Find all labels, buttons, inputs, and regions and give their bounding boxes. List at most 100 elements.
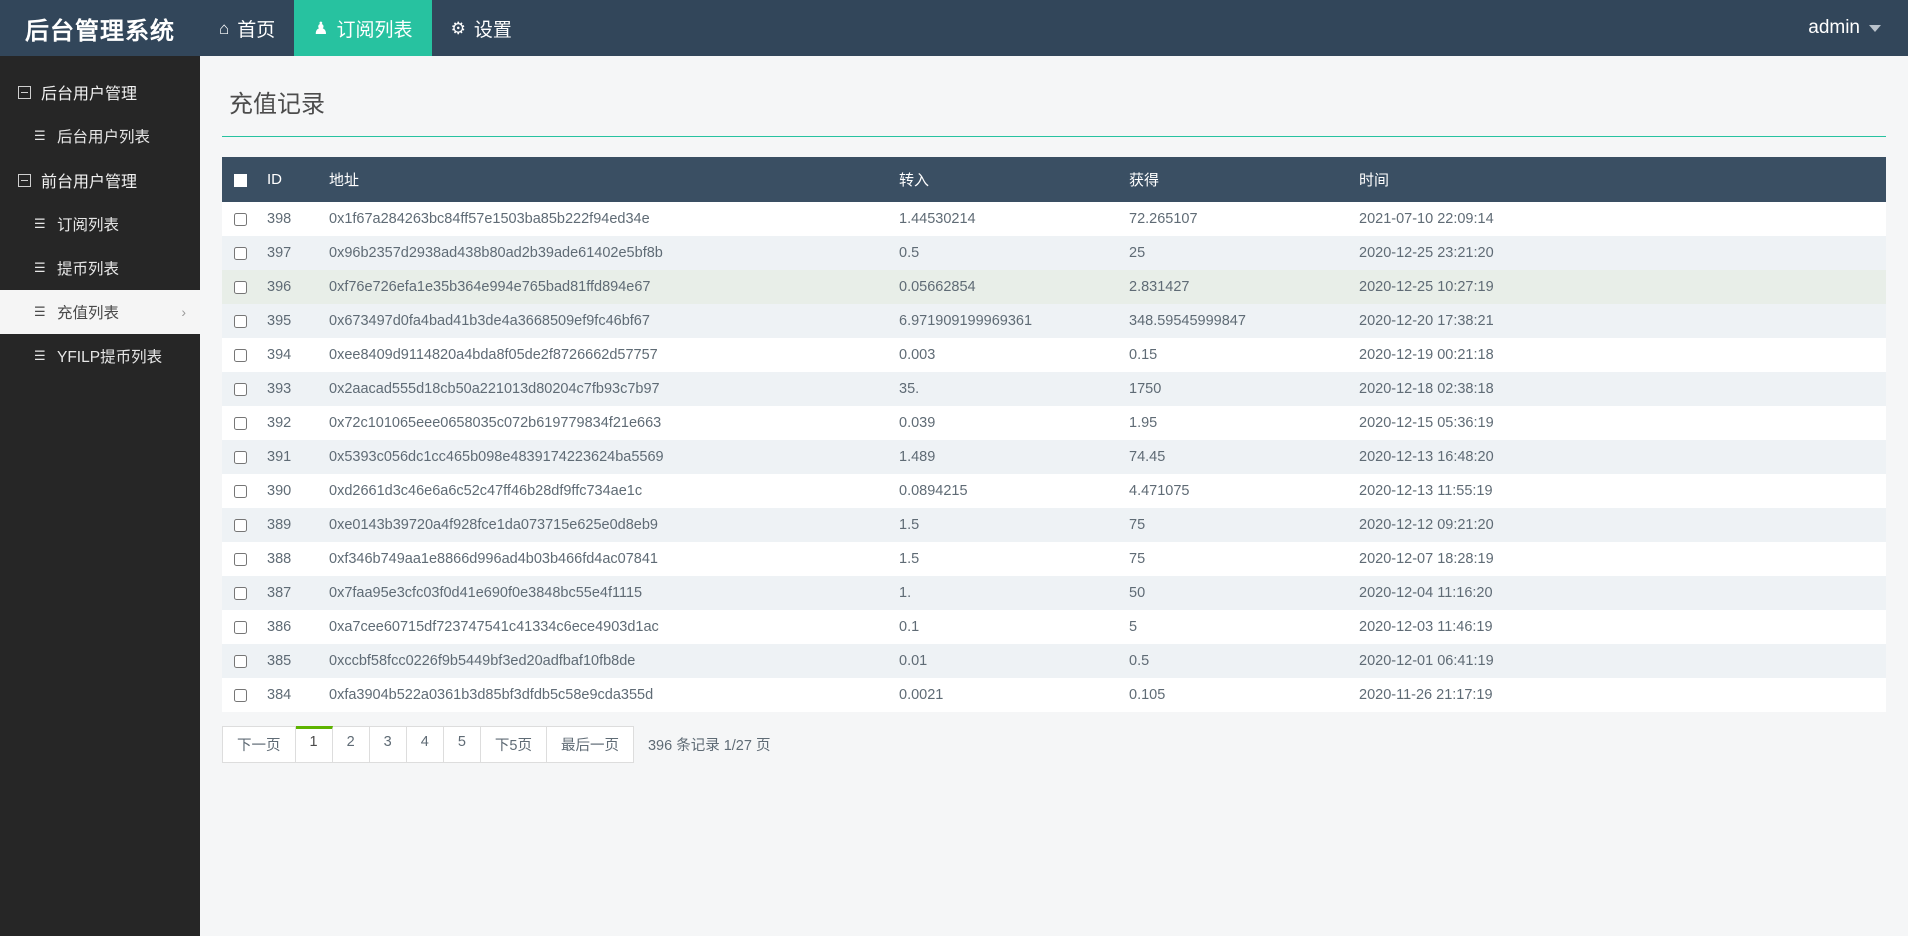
nav-item-0[interactable]: ⌂ 首页: [200, 0, 294, 56]
user-menu[interactable]: admin: [1781, 0, 1908, 56]
row-address: 0xccbf58fcc0226f9b5449bf3ed20adfbaf10fb8…: [329, 653, 636, 669]
row-get: 4.471075: [1129, 483, 1190, 499]
row-checkbox[interactable]: [234, 314, 247, 328]
row-get: 74.45: [1129, 449, 1166, 465]
sidebar-item-1-1[interactable]: ☰ 提币列表: [0, 246, 200, 290]
sidebar-item-1-2[interactable]: ☰ 充值列表 ›: [0, 290, 200, 334]
row-checkbox[interactable]: [234, 212, 247, 226]
row-checkbox[interactable]: [234, 348, 247, 362]
table-row[interactable]: 393 0x2aacad555d18cb50a221013d80204c7fb93…: [222, 372, 1886, 406]
pagination: 下一页 1 2 3 4 5 下5页 最后一页 396 条记录 1/27 页: [222, 712, 1886, 763]
table-row[interactable]: 390 0xd2661d3c46e6a6c52c47ff46b28df9ffc73…: [222, 474, 1886, 508]
top-navbar: 后台管理系统 ⌂ 首页 ♟ 订阅列表 ⚙ 设置 admin: [0, 0, 1908, 56]
table-header-row: ID 地址 转入 获得 时间: [222, 157, 1886, 202]
row-address: 0xe0143b39720a4f928fce1da073715e625e0d8e…: [329, 517, 658, 533]
pagination-button-0[interactable]: 下一页: [222, 726, 296, 763]
body-wrapper: 后台用户管理 ☰ 后台用户列表前台用户管理 ☰ 订阅列表 ☰ 提币列表 ☰ 充值列表 › ☰ YFIL…: [0, 56, 1908, 936]
row-address: 0x1f67a284263bc84ff57e1503ba85b222f94ed3…: [329, 211, 650, 227]
row-in: 1.489: [899, 449, 936, 465]
pagination-buttons: 下一页 1 2 3 4 5 下5页 最后一页: [222, 726, 634, 763]
sidebar-item-label: 充值列表: [57, 305, 120, 322]
row-id: 395: [267, 313, 292, 329]
pagination-button-3[interactable]: 3: [369, 726, 407, 763]
row-id: 398: [267, 211, 292, 227]
row-id: 389: [267, 517, 292, 533]
pagination-button-1[interactable]: 1: [295, 726, 333, 763]
sidebar-group-0[interactable]: 后台用户管理: [0, 70, 200, 114]
table-row[interactable]: 391 0x5393c056dc1cc465b098e4839174223624b…: [222, 440, 1886, 474]
sidebar-item-0-0[interactable]: ☰ 后台用户列表: [0, 114, 200, 158]
row-id: 390: [267, 483, 292, 499]
table-row[interactable]: 384 0xfa3904b522a0361b3d85bf3dfdb5c58e9cd…: [222, 678, 1886, 712]
pagination-button-2[interactable]: 2: [332, 726, 370, 763]
table-row[interactable]: 388 0xf346b749aa1e8866d996ad4b03b466fd4ac…: [222, 542, 1886, 576]
user-icon: ♟: [313, 18, 329, 38]
table-row[interactable]: 385 0xccbf58fcc0226f9b5449bf3ed20adfbaf10…: [222, 644, 1886, 678]
content-area: 充值记录 ID 地址 转入 获得 时间 398 0x1f67a284263bc84…: [200, 56, 1908, 936]
row-checkbox[interactable]: [234, 280, 247, 294]
row-time: 2020-12-04 11:16:20: [1359, 585, 1493, 601]
sidebar-item-1-3[interactable]: ☰ YFILP提币列表: [0, 334, 200, 378]
table-row[interactable]: 392 0x72c101065eee0658035c072b619779834f2…: [222, 406, 1886, 440]
row-select-cell: [222, 610, 257, 644]
pagination-button-6[interactable]: 下5页: [480, 726, 547, 763]
row-in: 1.5: [899, 517, 920, 533]
row-get: 5: [1129, 619, 1138, 635]
row-checkbox[interactable]: [234, 416, 247, 430]
row-address: 0x96b2357d2938ad438b80ad2b39ade61402e5bf…: [329, 245, 663, 261]
nav-item-1[interactable]: ♟ 订阅列表: [294, 0, 432, 56]
table-row[interactable]: 397 0x96b2357d2938ad438b80ad2b39ade61402e…: [222, 236, 1886, 270]
row-in: 1.44530214: [899, 211, 976, 227]
column-header-id[interactable]: ID: [257, 157, 319, 202]
row-select-cell: [222, 644, 257, 678]
row-checkbox[interactable]: [234, 518, 247, 532]
row-id: 384: [267, 687, 292, 703]
table-row[interactable]: 389 0xe0143b39720a4f928fce1da073715e625e0…: [222, 508, 1886, 542]
row-time: 2020-12-03 11:46:19: [1359, 619, 1493, 635]
sidebar-item-label: YFILP提币列表: [57, 349, 163, 366]
sidebar-group-label: 后台用户管理: [41, 86, 138, 103]
pagination-button-5[interactable]: 5: [443, 726, 481, 763]
row-checkbox[interactable]: [234, 586, 247, 600]
row-checkbox[interactable]: [234, 246, 247, 260]
pagination-button-7[interactable]: 最后一页: [546, 726, 634, 763]
row-checkbox[interactable]: [234, 654, 247, 668]
row-get: 348.59545999847: [1129, 313, 1246, 329]
row-in: 0.003: [899, 347, 936, 363]
table-row[interactable]: 387 0x7faa95e3cfc03f0d41e690f0e3848bc55e4…: [222, 576, 1886, 610]
column-header-address[interactable]: 地址: [319, 157, 889, 202]
sidebar-group-1[interactable]: 前台用户管理: [0, 158, 200, 202]
nav-item-label: 设置: [473, 19, 512, 41]
table-row[interactable]: 398 0x1f67a284263bc84ff57e1503ba85b222f94…: [222, 202, 1886, 236]
table-row[interactable]: 396 0xf76e726efa1e35b364e994e765bad81ffd8…: [222, 270, 1886, 304]
table-row[interactable]: 395 0x673497d0fa4bad41b3de4a3668509ef9fc4…: [222, 304, 1886, 338]
table-row[interactable]: 394 0xee8409d9114820a4bda8f05de2f8726662d…: [222, 338, 1886, 372]
row-address: 0xf346b749aa1e8866d996ad4b03b466fd4ac078…: [329, 551, 658, 567]
row-time: 2020-11-26 21:17:19: [1359, 687, 1493, 703]
row-checkbox[interactable]: [234, 620, 247, 634]
table-row[interactable]: 386 0xa7cee60715df723747541c41334c6ece490…: [222, 610, 1886, 644]
row-address: 0xfa3904b522a0361b3d85bf3dfdb5c58e9cda35…: [329, 687, 654, 703]
row-checkbox[interactable]: [234, 552, 247, 566]
gear-icon: ⚙: [450, 18, 466, 38]
row-get: 75: [1129, 551, 1146, 567]
row-time: 2020-12-19 00:21:18: [1359, 347, 1494, 363]
pagination-button-4[interactable]: 4: [406, 726, 444, 763]
row-id: 394: [267, 347, 292, 363]
column-header-get[interactable]: 获得: [1119, 157, 1349, 202]
collapse-minus-icon: [18, 173, 31, 187]
sidebar: 后台用户管理 ☰ 后台用户列表前台用户管理 ☰ 订阅列表 ☰ 提币列表 ☰ 充值列表 › ☰ YFIL…: [0, 56, 200, 936]
column-header-time[interactable]: 时间: [1349, 157, 1886, 202]
row-checkbox[interactable]: [234, 450, 247, 464]
row-checkbox[interactable]: [234, 688, 247, 702]
select-all-checkbox[interactable]: [234, 173, 247, 187]
pagination-info: 396 条记录 1/27 页: [647, 738, 771, 754]
row-select-cell: [222, 270, 257, 304]
row-checkbox[interactable]: [234, 382, 247, 396]
nav-item-2[interactable]: ⚙ 设置: [432, 0, 531, 56]
sidebar-item-1-0[interactable]: ☰ 订阅列表: [0, 202, 200, 246]
column-header-in[interactable]: 转入: [889, 157, 1119, 202]
row-address: 0xd2661d3c46e6a6c52c47ff46b28df9ffc734ae…: [329, 483, 643, 499]
row-checkbox[interactable]: [234, 484, 247, 498]
sidebar-group-label: 前台用户管理: [41, 174, 138, 191]
